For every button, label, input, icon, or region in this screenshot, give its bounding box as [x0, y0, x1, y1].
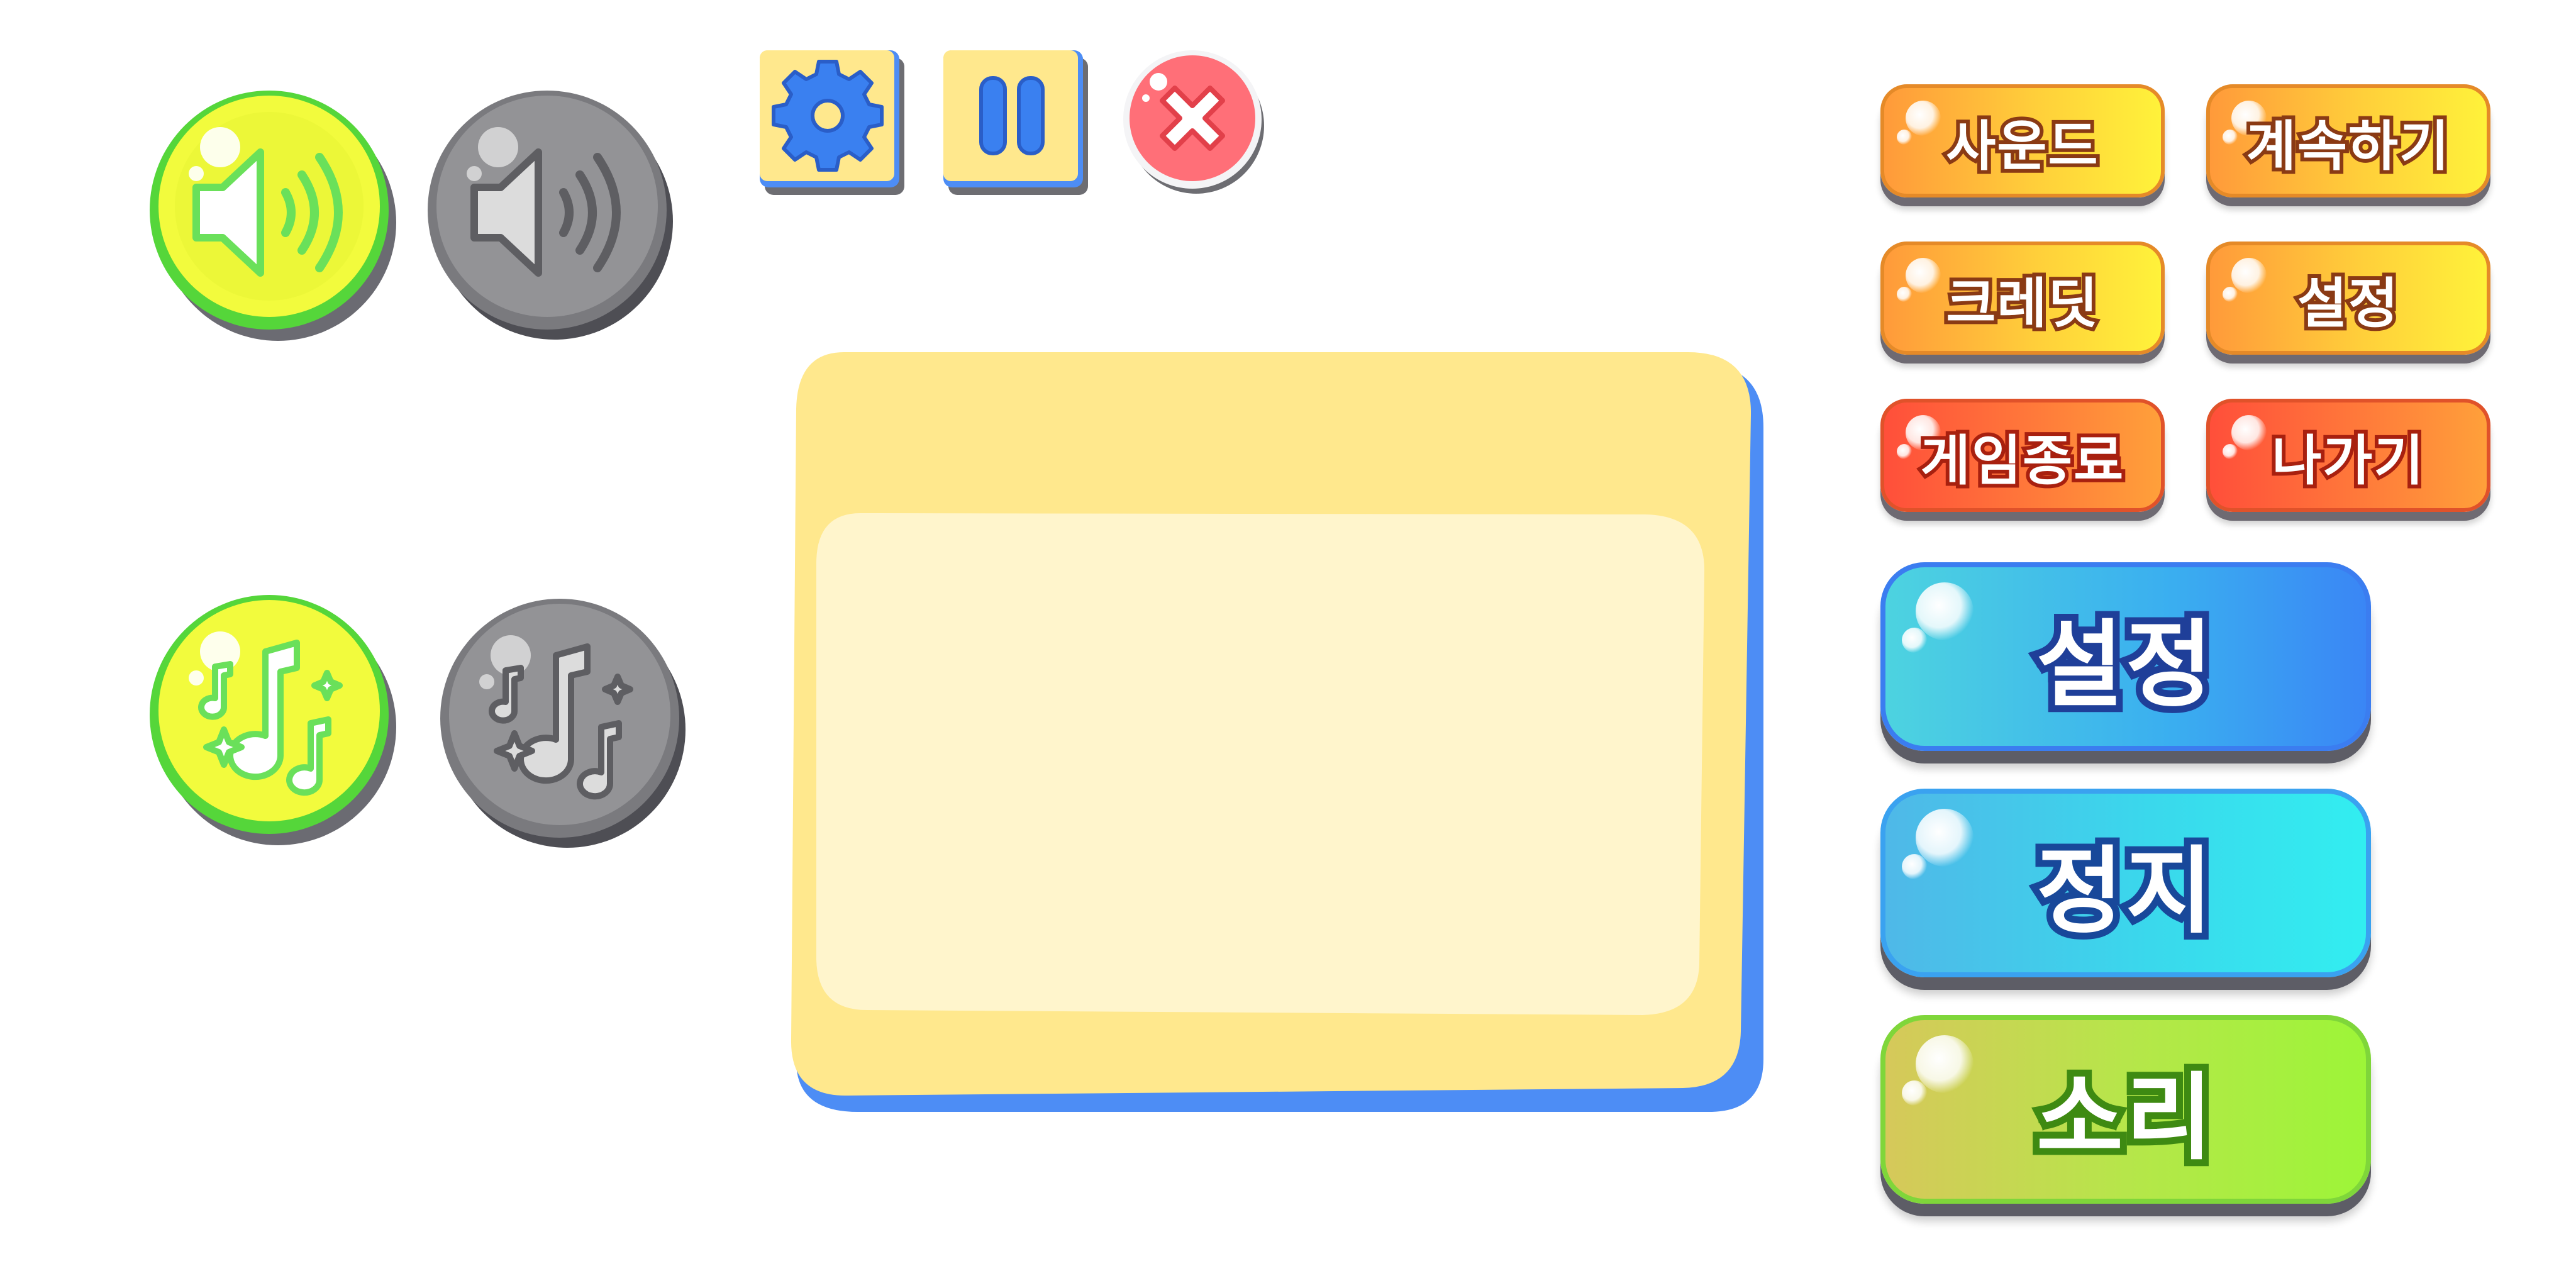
gear-icon: [772, 60, 884, 172]
exit-pill-button[interactable]: 나가기: [2206, 399, 2490, 512]
sound-off-button[interactable]: [424, 87, 675, 340]
music-on-button[interactable]: [146, 591, 397, 845]
pause-button[interactable]: [941, 48, 1089, 196]
settings-big-button[interactable]: 설정: [1880, 562, 2371, 751]
gloss-highlight: [2223, 287, 2238, 302]
gloss-highlight: [1916, 809, 1974, 867]
gloss-highlight: [2231, 258, 2267, 293]
gloss-highlight: [1906, 101, 1941, 136]
credits-pill-button[interactable]: 크레딧: [1880, 242, 2165, 355]
sound-big-label: 소리: [2029, 1057, 2219, 1180]
gloss-highlight: [1906, 258, 1941, 293]
quit-game-pill-label: 게임종료: [1917, 426, 2127, 496]
gloss-highlight: [2223, 130, 2238, 145]
credits-pill-label: 크레딧: [1942, 269, 2101, 339]
sound-pill-label: 사운드: [1942, 111, 2101, 182]
gloss-highlight: [1897, 130, 1912, 145]
gloss-highlight: [1902, 854, 1927, 879]
stop-big-button[interactable]: 정지: [1880, 789, 2371, 977]
exit-pill-label: 나가기: [2268, 426, 2427, 496]
gloss-highlight: [2231, 415, 2267, 450]
settings-big-label: 설정: [2029, 604, 2219, 727]
gloss-highlight: [1897, 287, 1912, 302]
quit-game-pill-button[interactable]: 게임종료: [1880, 399, 2165, 512]
settings-pill-label: 설정: [2294, 269, 2402, 339]
settings-icon-button[interactable]: [757, 48, 906, 196]
sound-pill-button[interactable]: 사운드: [1880, 84, 2165, 197]
gloss-highlight: [2223, 444, 2238, 459]
gloss-highlight: [1897, 444, 1912, 459]
gloss-highlight: [1902, 1080, 1927, 1106]
continue-pill-button[interactable]: 계속하기: [2206, 84, 2490, 197]
gloss-highlight: [1902, 628, 1927, 653]
panel-content-area: [816, 513, 1705, 1015]
sound-big-button[interactable]: 소리: [1880, 1015, 2371, 1204]
sound-on-button[interactable]: [146, 87, 397, 341]
gloss-highlight: [1916, 582, 1974, 640]
music-off-button[interactable]: [436, 595, 688, 848]
dialog-panel: [787, 352, 1768, 1119]
continue-pill-label: 계속하기: [2243, 111, 2453, 182]
stop-big-label: 정지: [2029, 830, 2219, 953]
gloss-highlight: [1916, 1035, 1974, 1093]
close-button[interactable]: [1121, 48, 1269, 196]
settings-pill-button[interactable]: 설정: [2206, 242, 2490, 355]
